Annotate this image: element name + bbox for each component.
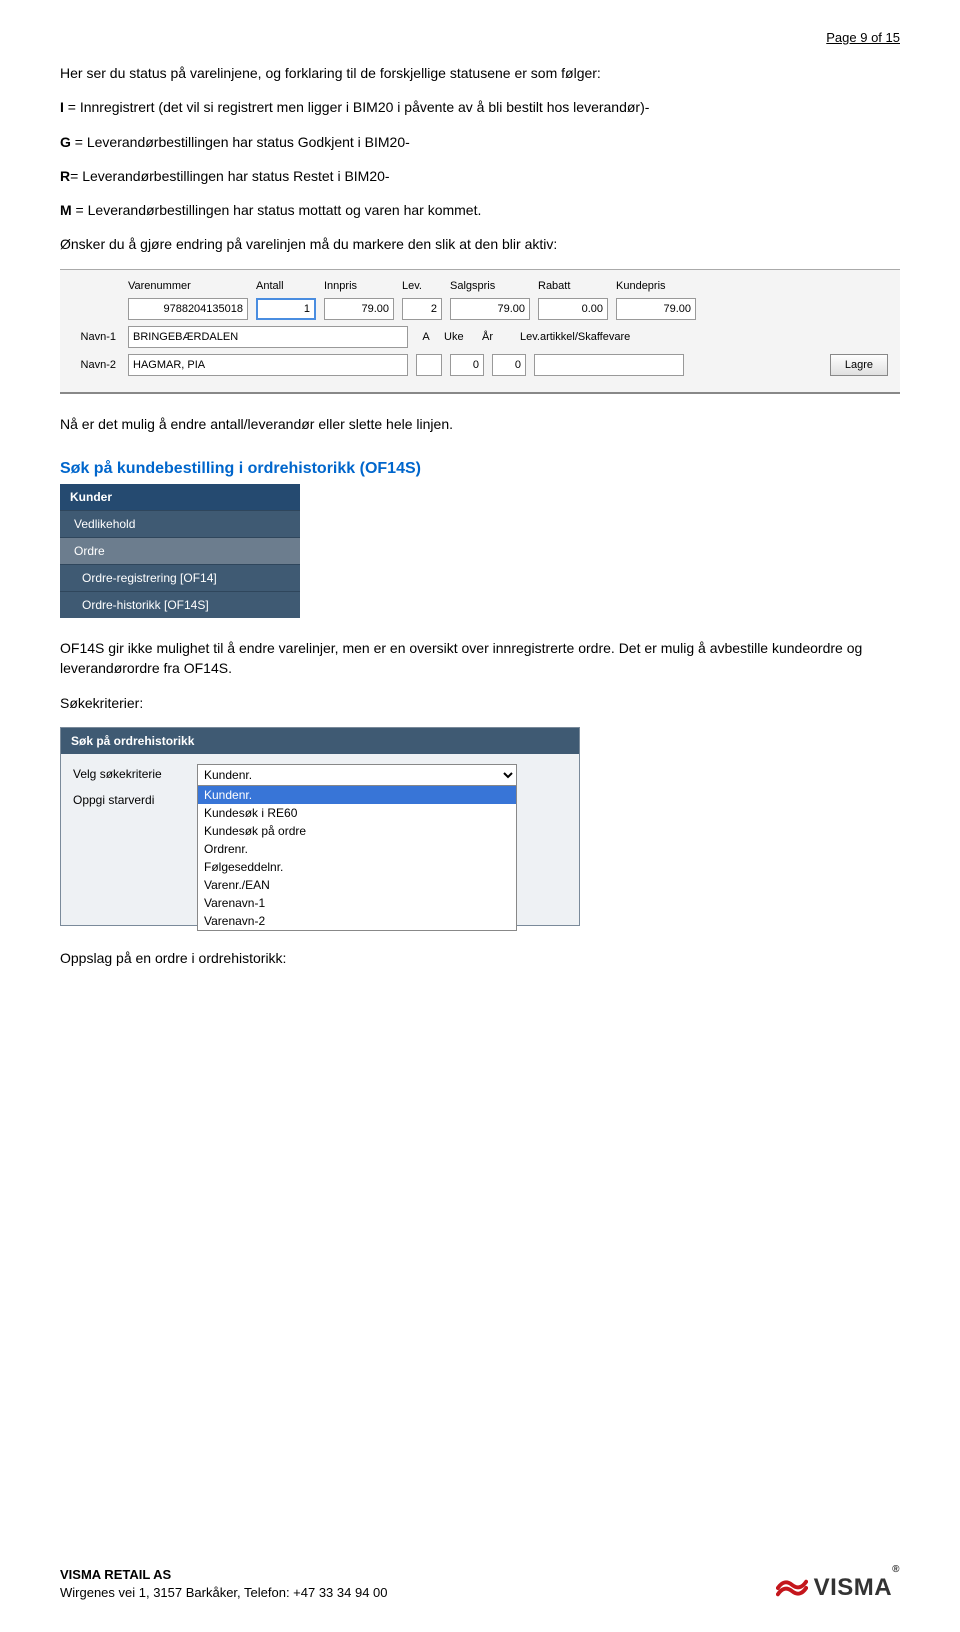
salgspris-input[interactable] — [450, 298, 530, 320]
navn1-input[interactable] — [128, 326, 408, 348]
status-code-g: G — [60, 134, 71, 150]
visma-logo: VISMA® — [776, 1574, 900, 1602]
col-lev: Lev. — [402, 280, 442, 292]
status-code-m: M — [60, 202, 72, 218]
nav-item-ordre-registrering[interactable]: Ordre-registrering [OF14] — [60, 564, 300, 591]
opt-varenr-ean[interactable]: Varenr./EAN — [198, 876, 516, 894]
navn1-label: Navn-1 — [72, 331, 120, 343]
levartikkel-input[interactable] — [534, 354, 684, 376]
page-number: Page 9 of 15 — [60, 30, 900, 45]
status-i: I = Innregistrert (det vil si registrert… — [60, 97, 900, 117]
sokekriterier-label: Søkekriterier: — [60, 693, 900, 713]
col-innpris: Innpris — [324, 280, 394, 292]
sokekriterie-select[interactable]: Kundenr. — [197, 764, 517, 786]
nav-item-vedlikehold[interactable]: Vedlikehold — [60, 510, 300, 537]
varelinje-value-row — [72, 298, 888, 320]
status-code-i: I — [60, 99, 64, 115]
search-panel-screenshot: Søk på ordrehistorikk Velg søkekriterie … — [60, 727, 580, 926]
opt-ordrenr[interactable]: Ordrenr. — [198, 840, 516, 858]
opt-kundesok-ordre[interactable]: Kundesøk på ordre — [198, 822, 516, 840]
opt-kundesok-re60[interactable]: Kundesøk i RE60 — [198, 804, 516, 822]
nav-header: Kunder — [60, 484, 300, 510]
opt-kundenr[interactable]: Kundenr. — [198, 786, 516, 804]
col-rabatt: Rabatt — [538, 280, 608, 292]
navn2-input[interactable] — [128, 354, 408, 376]
varelinje-row-navn1: Navn-1 A Uke År Lev.artikkel/Skaffevare — [72, 326, 888, 348]
after-sshot1-text: Nå er det mulig å endre antall/leverandø… — [60, 414, 900, 434]
varelinje-row-navn2: Navn-2 Lagre — [72, 354, 888, 376]
navn2-label: Navn-2 — [72, 359, 120, 371]
after-sshot3-text: Oppslag på en ordre i ordrehistorikk: — [60, 948, 900, 968]
uke-input[interactable] — [450, 354, 484, 376]
visma-swirl-icon — [776, 1577, 808, 1599]
status-m: M = Leverandørbestillingen har status mo… — [60, 200, 900, 220]
footer-address: Wirgenes vei 1, 3157 Barkåker, Telefon: … — [60, 1584, 388, 1602]
a-label: A — [416, 331, 436, 343]
opt-varenavn1[interactable]: Varenavn-1 — [198, 894, 516, 912]
opt-varenavn2[interactable]: Varenavn-2 — [198, 912, 516, 930]
nav-item-ordre-historikk[interactable]: Ordre-historikk [OF14S] — [60, 591, 300, 618]
rabatt-input[interactable] — [538, 298, 608, 320]
intro-text: Her ser du status på varelinjene, og for… — [60, 63, 900, 83]
status-r: R= Leverandørbestillingen har status Res… — [60, 166, 900, 186]
varelinje-form-screenshot: Varenummer Antall Innpris Lev. Salgspris… — [60, 269, 900, 394]
a-input[interactable] — [416, 354, 442, 376]
after-status-text: Ønsker du å gjøre endring på varelinjen … — [60, 234, 900, 254]
search-title: Søk på ordrehistorikk — [61, 728, 579, 754]
status-code-r: R — [60, 168, 70, 184]
sokekriterie-options: Kundenr. Kundesøk i RE60 Kundesøk på ord… — [197, 785, 517, 931]
innpris-input[interactable] — [324, 298, 394, 320]
page-footer: VISMA RETAIL AS Wirgenes vei 1, 3157 Bar… — [60, 1566, 900, 1602]
opt-folgeseddelnr[interactable]: Følgeseddelnr. — [198, 858, 516, 876]
kundepris-input[interactable] — [616, 298, 696, 320]
ar-label: År — [482, 331, 512, 343]
varenummer-input[interactable] — [128, 298, 248, 320]
footer-company: VISMA RETAIL AS — [60, 1566, 388, 1584]
varelinje-header-row: Varenummer Antall Innpris Lev. Salgspris… — [72, 280, 888, 292]
ar-input[interactable] — [492, 354, 526, 376]
col-salgspris: Salgspris — [450, 280, 530, 292]
col-varenummer: Varenummer — [128, 280, 248, 292]
col-antall: Antall — [256, 280, 316, 292]
status-g: G = Leverandørbestillingen har status Go… — [60, 132, 900, 152]
nav-item-ordre[interactable]: Ordre — [60, 537, 300, 564]
antall-input[interactable] — [256, 298, 316, 320]
lagre-button[interactable]: Lagre — [830, 354, 888, 376]
nav-menu-screenshot: Kunder Vedlikehold Ordre Ordre-registrer… — [60, 484, 300, 618]
oppgi-startverdi-label: Oppgi starverdi — [73, 790, 183, 807]
visma-brand-text: VISMA® — [814, 1574, 900, 1602]
uke-label: Uke — [444, 331, 474, 343]
lev-input[interactable] — [402, 298, 442, 320]
levartikkel-label: Lev.artikkel/Skaffevare — [520, 331, 680, 343]
section-heading: Søk på kundebestilling i ordrehistorikk … — [60, 460, 900, 478]
col-kundepris: Kundepris — [616, 280, 696, 292]
after-sshot2-text: OF14S gir ikke mulighet til å endre vare… — [60, 638, 900, 679]
velg-sokekriterie-label: Velg søkekriterie — [73, 764, 183, 781]
